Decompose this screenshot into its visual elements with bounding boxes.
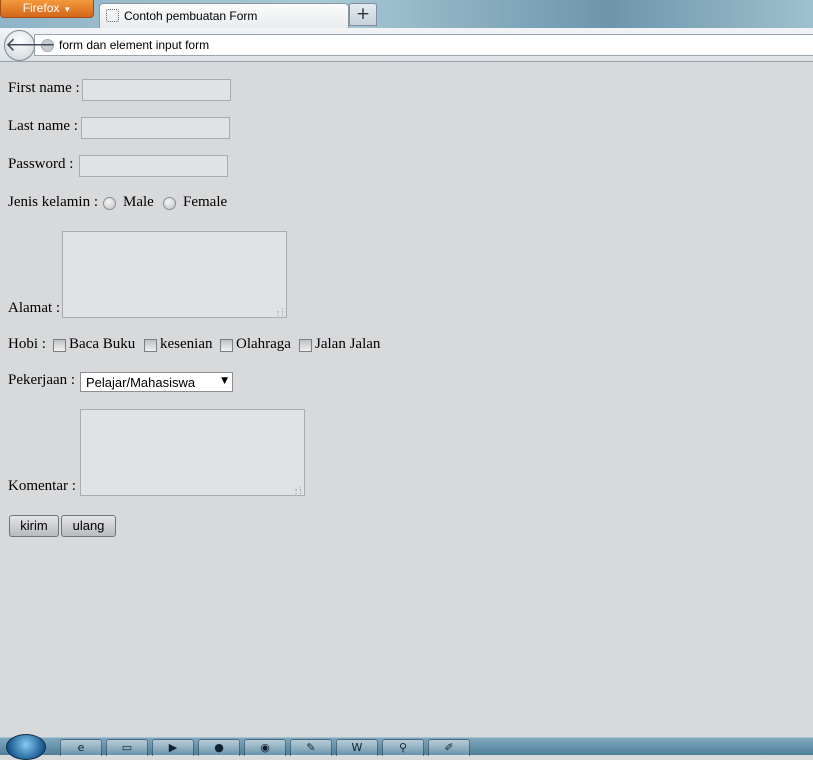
word-icon[interactable]: W [336, 739, 378, 756]
url-text: form dan element input form [59, 38, 210, 52]
comment-row: Komentar : [8, 478, 76, 495]
hobby-checkbox-baca-buku[interactable] [53, 339, 66, 352]
reset-button[interactable]: ulang [61, 515, 116, 537]
hobby-label: Hobi : [8, 336, 46, 352]
gender-radio-male[interactable] [103, 197, 116, 210]
chevron-down-icon: ▼ [63, 5, 72, 14]
internet-explorer-icon[interactable]: e [60, 739, 102, 756]
address-textarea[interactable]: .::: [62, 231, 287, 318]
tab-active[interactable]: Contoh pembuatan Form [99, 3, 349, 28]
last-name-input[interactable] [81, 117, 230, 139]
url-bar[interactable]: form dan element input form [34, 34, 813, 56]
comment-label: Komentar : [8, 478, 76, 494]
gender-label: Jenis kelamin : [8, 194, 98, 210]
hobby-row: Hobi : [8, 336, 46, 353]
media-player-icon[interactable]: ▶ [152, 739, 194, 756]
resize-grip-icon[interactable]: .::: [294, 485, 302, 496]
start-button[interactable] [6, 734, 46, 760]
hobby-checkbox-kesenian[interactable] [144, 339, 157, 352]
dropdown-arrow-icon: ▼ [221, 376, 228, 386]
page-icon [106, 9, 119, 22]
password-label: Password : [8, 156, 74, 172]
taskbar: e ▭ ▶ ● ◉ ✎ W ⚲ ✐ [0, 734, 813, 760]
hobby-option-olahraga: Olahraga [236, 336, 291, 352]
hobby-option-jalan-jalan: Jalan Jalan [315, 336, 381, 352]
job-row: Pekerjaan : [8, 372, 75, 389]
gender-row: Jenis kelamin : [8, 194, 98, 211]
navigation-bar: form dan element input form 🡐 [0, 28, 813, 62]
job-select-value: Pelajar/Mahasiswa [86, 375, 196, 390]
page-content: First name : Last name : Password : Jeni… [0, 63, 813, 737]
last-name-row: Last name : [8, 118, 78, 135]
hobby-option-baca-buku: Baca Buku [69, 336, 136, 352]
back-button[interactable]: 🡐 [4, 30, 56, 61]
comment-textarea[interactable]: .::: [80, 409, 305, 496]
new-tab-button[interactable]: + [349, 3, 377, 26]
back-arrow-icon: 🡐 [5, 34, 56, 56]
first-name-row: First name : [8, 80, 80, 97]
first-name-input[interactable] [82, 79, 231, 101]
address-row: Alamat : [8, 300, 60, 317]
submit-button[interactable]: kirim [9, 515, 59, 537]
job-select[interactable]: Pelajar/Mahasiswa ▼ [80, 372, 233, 392]
password-row: Password : [8, 156, 73, 173]
firefox-menu-label: Firefox [22, 1, 60, 15]
gender-option-female-label: Female [183, 194, 228, 210]
title-bar: Firefox ▼ Contoh pembuatan Form + [0, 0, 813, 28]
password-input[interactable] [79, 155, 228, 177]
firefox-menu-button[interactable]: Firefox ▼ [0, 0, 94, 18]
address-label: Alamat : [8, 300, 61, 316]
paint-icon[interactable]: ✎ [290, 739, 332, 756]
tab-title: Contoh pembuatan Form [124, 9, 258, 23]
chrome-icon[interactable]: ◉ [244, 739, 286, 756]
firefox-icon[interactable]: ● [198, 739, 240, 756]
search-app-icon[interactable]: ⚲ [382, 739, 424, 756]
last-name-label: Last name : [8, 118, 78, 134]
hobby-checkbox-olahraga[interactable] [220, 339, 233, 352]
resize-grip-icon[interactable]: .::: [276, 307, 284, 318]
hobby-checkbox-jalan-jalan[interactable] [299, 339, 312, 352]
folder-icon[interactable]: ▭ [106, 739, 148, 756]
gender-option-male-label: Male [123, 194, 154, 210]
job-label: Pekerjaan : [8, 372, 76, 388]
hobby-option-kesenian: kesenian [160, 336, 213, 352]
notepad-icon[interactable]: ✐ [428, 739, 470, 756]
gender-radio-female[interactable] [163, 197, 176, 210]
first-name-label: First name : [8, 80, 80, 96]
